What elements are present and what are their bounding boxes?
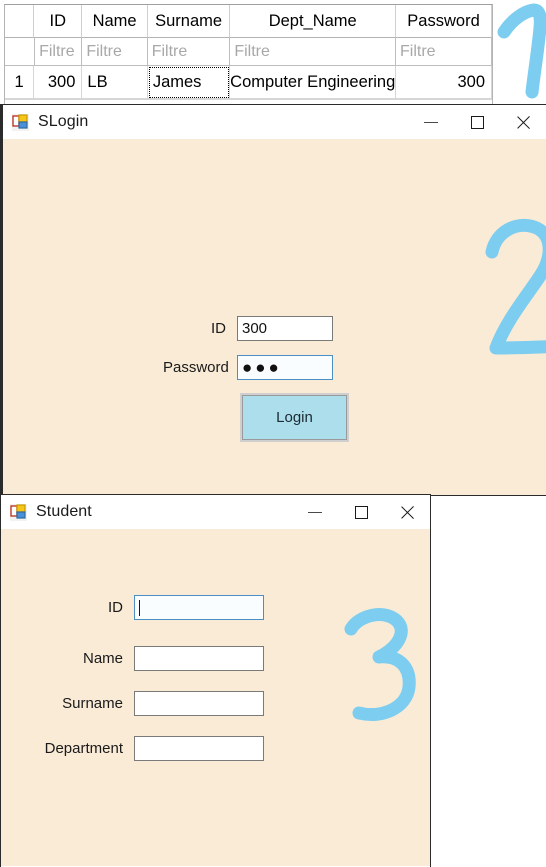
table-header-row: ID Name Surname Dept_Name Password bbox=[5, 5, 493, 38]
student-surname-field-row: Surname bbox=[43, 691, 264, 716]
cell-surname[interactable]: James bbox=[147, 66, 231, 99]
minimize-button[interactable] bbox=[292, 495, 338, 529]
table-filter-row[interactable]: Filtre Filtre Filtre Filtre Filtre bbox=[5, 38, 492, 66]
column-header-rownumber[interactable] bbox=[5, 5, 35, 38]
column-header-surname[interactable]: Surname bbox=[147, 5, 231, 38]
student-department-label: Department bbox=[44, 740, 123, 757]
column-header-id[interactable]: ID bbox=[34, 5, 83, 38]
student-id-label: ID bbox=[108, 599, 123, 616]
column-header-password[interactable]: Password bbox=[396, 5, 493, 38]
slogin-id-input[interactable]: 300 bbox=[237, 316, 333, 341]
slogin-window-controls bbox=[408, 105, 546, 139]
student-datagridview[interactable]: ID Name Surname Dept_Name Password Filtr… bbox=[4, 4, 493, 109]
filter-input-name[interactable]: Filtre bbox=[82, 38, 148, 66]
row-number[interactable]: 1 bbox=[5, 66, 35, 99]
student-window: Student ID Name Surname Department bbox=[0, 494, 431, 867]
cell-id[interactable]: 300 bbox=[34, 66, 83, 99]
filter-input-dept-name[interactable]: Filtre bbox=[230, 38, 397, 66]
student-title: Student bbox=[36, 503, 92, 520]
slogin-form-body: ID 300 Password ●●● Login bbox=[3, 139, 546, 495]
student-surname-label: Surname bbox=[62, 695, 123, 712]
column-header-dept-name[interactable]: Dept_Name bbox=[230, 5, 397, 38]
slogin-id-field-row: ID 300 bbox=[163, 316, 333, 341]
column-header-name[interactable]: Name bbox=[82, 5, 148, 38]
slogin-titlebar[interactable]: SLogin bbox=[3, 105, 546, 139]
close-button[interactable] bbox=[500, 105, 546, 139]
datagridview-window: ID Name Surname Dept_Name Password Filtr… bbox=[0, 0, 546, 110]
windows-form-icon bbox=[12, 113, 29, 131]
filter-rownumber-spacer bbox=[5, 38, 35, 66]
student-name-label: Name bbox=[82, 650, 123, 667]
slogin-title: SLogin bbox=[38, 113, 89, 130]
minimize-button[interactable] bbox=[408, 105, 454, 139]
student-id-field-row: ID bbox=[43, 595, 264, 620]
login-button[interactable]: Login bbox=[240, 393, 349, 442]
cell-password[interactable]: 300 bbox=[396, 66, 492, 99]
slogin-password-label: Password bbox=[163, 359, 229, 376]
slogin-password-input[interactable]: ●●● bbox=[237, 355, 333, 380]
student-department-field-row: Department bbox=[33, 736, 264, 761]
student-window-controls bbox=[292, 495, 430, 529]
table-row[interactable]: 1 300 LB James Computer Engineering 300 bbox=[5, 66, 492, 99]
filter-input-id[interactable]: Filtre bbox=[34, 38, 83, 66]
student-id-input[interactable] bbox=[134, 595, 264, 620]
filter-input-password[interactable]: Filtre bbox=[396, 38, 492, 66]
student-department-input[interactable] bbox=[134, 736, 264, 761]
student-name-field-row: Name bbox=[43, 646, 264, 671]
slogin-id-label: ID bbox=[211, 320, 226, 337]
text-caret bbox=[139, 599, 140, 616]
slogin-window: SLogin ID 300 Password ●●● Login bbox=[0, 104, 546, 496]
slogin-password-field-row: Password ●●● bbox=[163, 355, 333, 380]
maximize-button[interactable] bbox=[338, 495, 384, 529]
password-mask-dots: ●●● bbox=[242, 358, 282, 377]
cell-name[interactable]: LB bbox=[82, 66, 148, 99]
cell-dept-name[interactable]: Computer Engineering bbox=[230, 66, 397, 99]
student-surname-input[interactable] bbox=[134, 691, 264, 716]
close-button[interactable] bbox=[384, 495, 430, 529]
windows-form-icon bbox=[10, 503, 27, 521]
filter-input-surname[interactable]: Filtre bbox=[147, 38, 231, 66]
student-form-body: ID Name Surname Department bbox=[1, 529, 430, 866]
student-titlebar[interactable]: Student bbox=[1, 495, 430, 529]
student-name-input[interactable] bbox=[134, 646, 264, 671]
maximize-button[interactable] bbox=[454, 105, 500, 139]
